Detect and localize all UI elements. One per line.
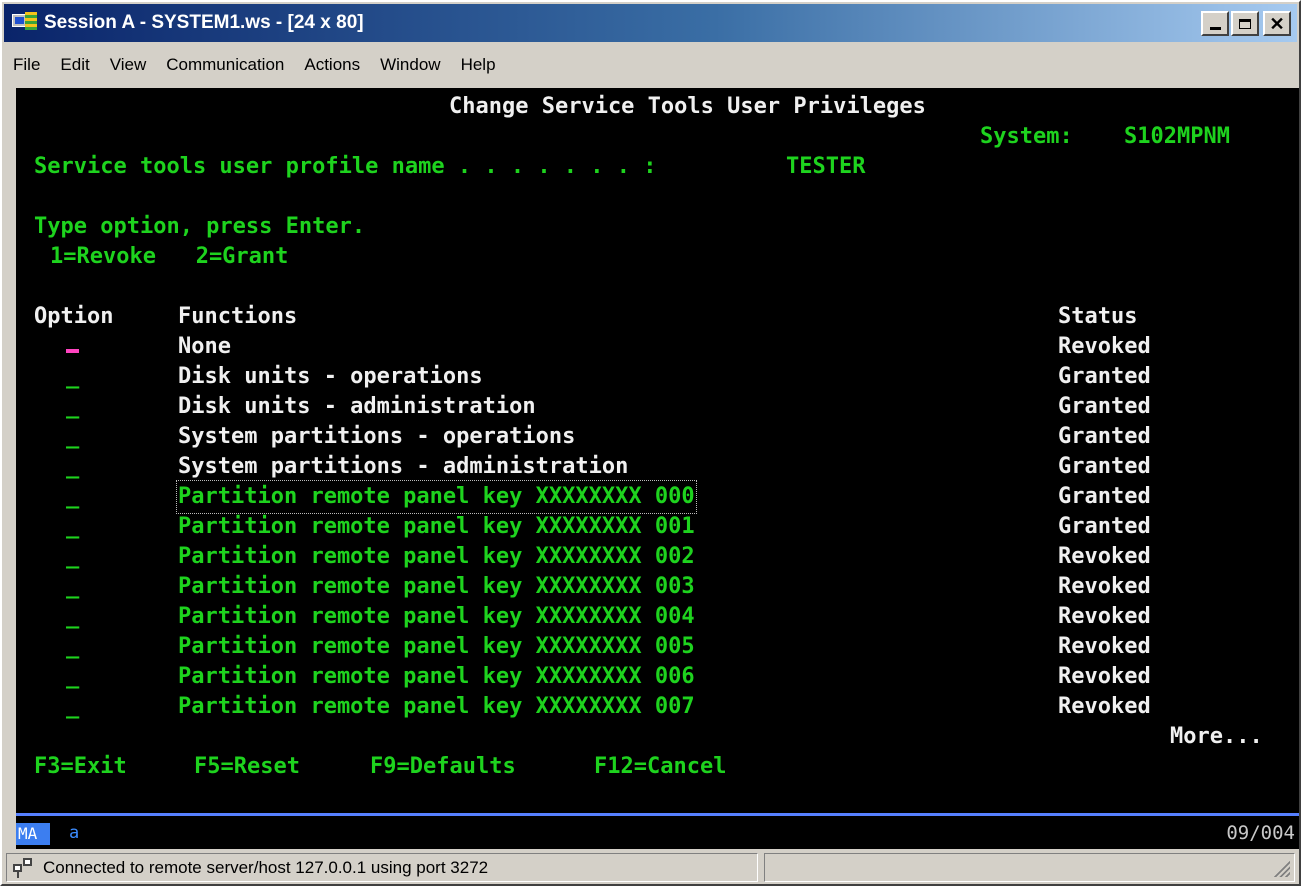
- option-input[interactable]: _: [66, 572, 79, 602]
- title-bar[interactable]: Session A - SYSTEM1.ws - [24 x 80] ✕: [4, 4, 1297, 42]
- options-legend: 1=Revoke 2=Grant: [50, 244, 289, 269]
- status-panel-secondary: [764, 853, 1295, 882]
- option-input[interactable]: _: [66, 662, 79, 692]
- option-input[interactable]: _: [66, 542, 79, 572]
- function-name: Partition remote panel key XXXXXXXX 002: [178, 544, 695, 569]
- function-key-f3[interactable]: F3=Exit: [34, 752, 127, 782]
- function-name: Partition remote panel key XXXXXXXX 000: [176, 480, 697, 514]
- system-value: S102MPNM: [1124, 124, 1230, 149]
- function-name: Partition remote panel key XXXXXXXX 004: [178, 604, 695, 629]
- connection-status: Connected to remote server/host 127.0.0.…: [43, 858, 489, 877]
- function-name: None: [178, 334, 231, 359]
- function-name: Partition remote panel key XXXXXXXX 006: [178, 664, 695, 689]
- column-header-status: Status: [1058, 304, 1138, 329]
- menu-window[interactable]: Window: [371, 55, 449, 75]
- function-name: Partition remote panel key XXXXXXXX 003: [178, 574, 695, 599]
- status-value: Granted: [1058, 424, 1151, 449]
- close-icon: ✕: [1269, 13, 1285, 34]
- emulator-window: Session A - SYSTEM1.ws - [24 x 80] ✕ Fil…: [0, 0, 1301, 886]
- operator-info-area: MA a 09/004: [16, 816, 1299, 849]
- status-value: Granted: [1058, 394, 1151, 419]
- column-header-option: Option: [34, 304, 114, 329]
- status-value: Revoked: [1058, 604, 1151, 629]
- option-input[interactable]: _: [66, 632, 79, 662]
- status-value: Revoked: [1058, 634, 1151, 659]
- option-input[interactable]: _: [66, 692, 79, 722]
- status-value: Revoked: [1058, 334, 1151, 359]
- function-key-f12[interactable]: F12=Cancel: [594, 752, 726, 782]
- more-indicator: More...: [1170, 724, 1263, 749]
- status-value: Granted: [1058, 514, 1151, 539]
- maximize-button[interactable]: [1231, 11, 1259, 36]
- resize-grip-icon[interactable]: [1272, 859, 1290, 877]
- option-input[interactable]: _: [66, 332, 79, 362]
- status-value: Revoked: [1058, 694, 1151, 719]
- function-name: Partition remote panel key XXXXXXXX 001: [178, 514, 695, 539]
- function-name: Partition remote panel key XXXXXXXX 007: [178, 694, 695, 719]
- menu-file[interactable]: File: [4, 55, 49, 75]
- function-name: Disk units - administration: [178, 394, 536, 419]
- menu-edit[interactable]: Edit: [51, 55, 98, 75]
- cursor-position: 09/004: [1226, 822, 1295, 844]
- menu-help[interactable]: Help: [452, 55, 505, 75]
- minimize-icon: [1209, 27, 1221, 30]
- status-value: Revoked: [1058, 574, 1151, 599]
- column-header-functions: Functions: [178, 304, 298, 329]
- option-input[interactable]: _: [66, 422, 79, 452]
- menu-actions[interactable]: Actions: [295, 55, 369, 75]
- option-input[interactable]: _: [66, 512, 79, 542]
- instruction-text: Type option, press Enter.: [34, 214, 366, 239]
- menu-bar: File Edit View Communication Actions Win…: [4, 46, 1297, 84]
- option-input[interactable]: _: [66, 452, 79, 482]
- window-title: Session A - SYSTEM1.ws - [24 x 80]: [44, 12, 364, 33]
- status-panel-connection: Connected to remote server/host 127.0.0.…: [6, 853, 758, 882]
- function-key-f5[interactable]: F5=Reset: [194, 752, 300, 782]
- close-button[interactable]: ✕: [1263, 11, 1291, 36]
- menu-communication[interactable]: Communication: [157, 55, 293, 75]
- function-key-f9[interactable]: F9=Defaults: [370, 752, 516, 782]
- function-name: Disk units - operations: [178, 364, 483, 389]
- status-value: Granted: [1058, 454, 1151, 479]
- status-value: Granted: [1058, 484, 1151, 509]
- system-label: System:: [980, 124, 1073, 149]
- minimize-button[interactable]: [1201, 11, 1229, 36]
- status-value: Granted: [1058, 364, 1151, 389]
- function-name: Partition remote panel key XXXXXXXX 005: [178, 634, 695, 659]
- option-input[interactable]: _: [66, 392, 79, 422]
- menu-view[interactable]: View: [101, 55, 156, 75]
- maximize-icon: [1239, 18, 1251, 29]
- mode-indicator: MA: [16, 823, 50, 845]
- connection-icon: [13, 858, 35, 878]
- profile-name-value: TESTER: [786, 154, 866, 179]
- status-bar: Connected to remote server/host 127.0.0.…: [4, 853, 1297, 884]
- input-indicator: a: [69, 823, 80, 843]
- terminal-session-icon[interactable]: [12, 10, 40, 36]
- option-input[interactable]: _: [66, 602, 79, 632]
- status-value: Revoked: [1058, 544, 1151, 569]
- function-name: System partitions - operations: [178, 424, 576, 449]
- terminal-screen[interactable]: Change Service Tools User Privileges Sys…: [16, 88, 1299, 813]
- profile-name-label: Service tools user profile name . . . . …: [34, 154, 657, 179]
- screen-title: Change Service Tools User Privileges: [449, 94, 926, 119]
- status-value: Revoked: [1058, 664, 1151, 689]
- option-input[interactable]: _: [66, 362, 79, 392]
- option-input[interactable]: _: [66, 482, 79, 512]
- function-name: System partitions - administration: [178, 454, 629, 479]
